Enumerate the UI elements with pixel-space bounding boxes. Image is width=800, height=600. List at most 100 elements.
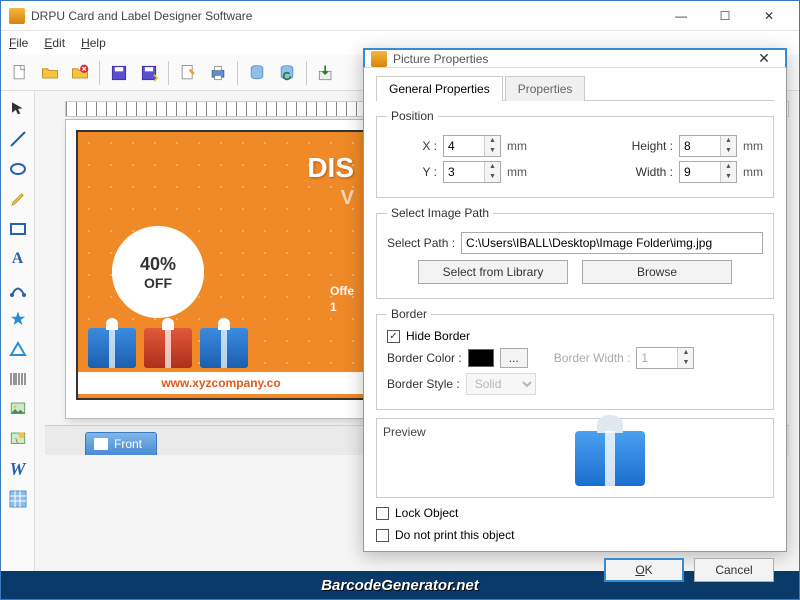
text-tool-icon[interactable]: A — [6, 247, 30, 271]
discount-off: OFF — [144, 275, 172, 291]
image-path-group: Select Image Path Select Path : C:\Users… — [376, 206, 774, 299]
width-unit: mm — [743, 165, 763, 179]
y-input[interactable] — [444, 162, 484, 182]
card-url: www.xyzcompany.co — [78, 372, 364, 394]
barcode-tool-icon[interactable] — [6, 367, 30, 391]
cancel-button[interactable]: Cancel — [694, 558, 774, 582]
height-spinner[interactable]: ▲▼ — [679, 135, 737, 157]
image-tool-icon[interactable] — [6, 397, 30, 421]
path-input[interactable]: C:\Users\IBALL\Desktop\Image Folder\img.… — [461, 232, 763, 254]
gift-preview-icon — [575, 431, 645, 486]
menu-help[interactable]: Help — [81, 36, 106, 50]
noprint-checkbox[interactable]: Do not print this object — [376, 528, 774, 542]
discount-burst: 40% OFF — [118, 232, 198, 312]
wordart-tool-icon[interactable]: W — [6, 457, 30, 481]
titlebar: DRPU Card and Label Designer Software — … — [1, 1, 799, 31]
discount-percent: 40% — [140, 254, 176, 275]
properties-icon[interactable] — [175, 60, 201, 86]
width-spinner[interactable]: ▲▼ — [679, 161, 737, 183]
card-headline: DIS — [307, 152, 354, 184]
rect-tool-icon[interactable] — [6, 217, 30, 241]
new-icon[interactable] — [7, 60, 33, 86]
design-canvas[interactable]: DIS V 40% OFF Offe1 www.xyzcompany.co — [65, 119, 375, 419]
dialog-icon — [371, 51, 387, 67]
preview-box: Preview — [376, 418, 774, 498]
gift-icon — [144, 328, 192, 368]
dialog-title: Picture Properties — [393, 52, 749, 66]
open-icon[interactable] — [37, 60, 63, 86]
checkbox-icon — [376, 529, 389, 542]
hide-border-checkbox[interactable]: ✓ Hide Border — [387, 329, 763, 343]
tab-general-properties[interactable]: General Properties — [376, 76, 503, 101]
tab-front[interactable]: Front — [85, 432, 157, 455]
checkbox-icon: ✓ — [387, 330, 400, 343]
height-unit: mm — [743, 139, 763, 153]
border-group: Border ✓ Hide Border Border Color : ... … — [376, 307, 774, 410]
picture-properties-dialog: Picture Properties ✕ General Properties … — [363, 48, 787, 552]
app-title: DRPU Card and Label Designer Software — [31, 9, 659, 23]
offer-text: Offe1 — [330, 282, 354, 314]
border-color-swatch[interactable] — [468, 349, 494, 367]
close-button[interactable]: ✕ — [747, 2, 791, 30]
x-unit: mm — [507, 139, 527, 153]
border-style-select[interactable]: Solid — [466, 373, 536, 395]
grid-tool-icon[interactable] — [6, 487, 30, 511]
menu-edit[interactable]: Edit — [44, 36, 65, 50]
border-color-label: Border Color : — [387, 351, 462, 365]
app-icon — [9, 8, 25, 24]
select-path-label: Select Path : — [387, 236, 455, 250]
x-input[interactable] — [444, 136, 484, 156]
ellipse-tool-icon[interactable] — [6, 157, 30, 181]
star-tool-icon[interactable] — [6, 307, 30, 331]
saveas-icon[interactable] — [136, 60, 162, 86]
dialog-titlebar: Picture Properties ✕ — [363, 48, 787, 68]
triangle-tool-icon[interactable] — [6, 337, 30, 361]
database-icon[interactable] — [244, 60, 270, 86]
select-tool-icon[interactable] — [6, 97, 30, 121]
hide-border-label: Hide Border — [406, 329, 470, 343]
border-width-spinner[interactable]: ▲▼ — [636, 347, 694, 369]
browse-button[interactable]: Browse — [582, 260, 732, 284]
x-spinner[interactable]: ▲▼ — [443, 135, 501, 157]
export-icon[interactable] — [313, 60, 339, 86]
border-color-picker-button[interactable]: ... — [500, 348, 528, 368]
height-input[interactable] — [680, 136, 720, 156]
width-input[interactable] — [680, 162, 720, 182]
preview-image — [447, 419, 773, 497]
ok-button[interactable]: OK — [604, 558, 684, 582]
position-group: Position X : ▲▼ mm Height : ▲▼ mm Y : ▲▼… — [376, 109, 774, 198]
y-unit: mm — [507, 165, 527, 179]
lock-object-checkbox[interactable]: Lock Object — [376, 506, 774, 520]
print-icon[interactable] — [205, 60, 231, 86]
delete-icon[interactable] — [67, 60, 93, 86]
maximize-button[interactable]: ☐ — [703, 2, 747, 30]
card-design[interactable]: DIS V 40% OFF Offe1 www.xyzcompany.co — [76, 130, 366, 400]
checkbox-icon — [376, 507, 389, 520]
y-label: Y : — [387, 165, 437, 179]
x-label: X : — [387, 139, 437, 153]
tab-front-label: Front — [114, 437, 142, 451]
menu-file[interactable]: File — [9, 36, 28, 50]
select-from-library-button[interactable]: Select from Library — [418, 260, 568, 284]
pencil-tool-icon[interactable] — [6, 187, 30, 211]
border-legend: Border — [387, 307, 431, 321]
height-label: Height : — [632, 139, 673, 153]
border-width-label: Border Width : — [554, 351, 631, 365]
library-tool-icon[interactable] — [6, 427, 30, 451]
y-spinner[interactable]: ▲▼ — [443, 161, 501, 183]
position-legend: Position — [387, 109, 438, 123]
tab-properties[interactable]: Properties — [505, 76, 586, 101]
border-width-input[interactable] — [637, 348, 677, 368]
gift-row — [88, 328, 248, 368]
arc-tool-icon[interactable] — [6, 277, 30, 301]
noprint-label: Do not print this object — [395, 528, 514, 542]
line-tool-icon[interactable] — [6, 127, 30, 151]
tool-panel: A W — [1, 91, 35, 571]
minimize-button[interactable]: — — [659, 2, 703, 30]
database-refresh-icon[interactable] — [274, 60, 300, 86]
save-icon[interactable] — [106, 60, 132, 86]
page-icon — [94, 438, 108, 450]
preview-label: Preview — [377, 419, 447, 497]
dialog-footer: OK Cancel — [364, 550, 786, 590]
dialog-close-button[interactable]: ✕ — [749, 50, 779, 67]
